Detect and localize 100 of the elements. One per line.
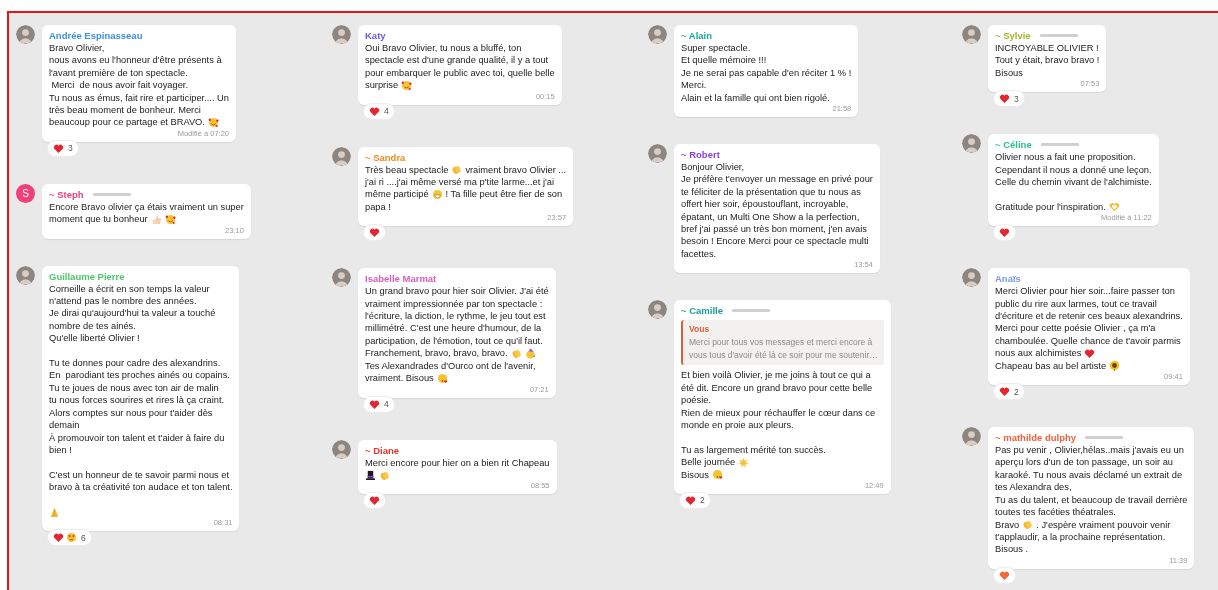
message-text: Tu as largement mérité ton succès. <box>681 443 826 457</box>
message-text: papa ! <box>365 200 391 214</box>
reaction-pill[interactable]: 3 <box>993 90 1025 108</box>
message-text: Rien de mieux pour réchauffer le cœur dans ce <box>681 406 876 419</box>
sender-name[interactable]: Anaïs <box>995 273 1021 285</box>
message-text: Je ne serai pas capable d'en réciter 1 % ! <box>681 66 852 80</box>
sender-name[interactable]: Katy <box>365 30 386 41</box>
message-text: vraiment impressionnée par ton spectacle : <box>365 297 543 311</box>
message-text: besoin ! Encore Merci pour ce spectacle multi <box>681 235 869 248</box>
message-text: Merci Olivier pour hier soir...faire passer ton <box>995 285 1175 298</box>
avatar-icon[interactable] <box>16 265 35 285</box>
reaction-count: 3 <box>68 143 73 154</box>
reaction-pill[interactable] <box>363 224 386 242</box>
message-text: demain <box>49 419 80 432</box>
message-text: chamboulée. Quelle chance de t'avoir parmis <box>995 334 1181 348</box>
heart-icon <box>685 494 696 506</box>
heart-icon <box>53 142 64 154</box>
sender-name[interactable]: Isabelle Marmat <box>365 273 437 285</box>
message-text: Tout y était, bravo bravo ! <box>995 54 1100 67</box>
heart-icon <box>999 93 1010 105</box>
sun-icon <box>738 456 750 468</box>
message-text: Encore Bravo olivier ça étais vraiment un super <box>49 200 244 214</box>
message-text: te féliciter de la présentation que tu nous as <box>681 185 861 199</box>
sender-name[interactable]: ~ Diane <box>365 444 400 456</box>
avatar-icon[interactable] <box>962 25 981 44</box>
message-text: poésie. <box>681 394 711 407</box>
message-text: bref j'ai passé un très bon moment, j'en avais <box>681 223 867 236</box>
message-text: bien ! <box>49 443 72 457</box>
message-text: même participé <box>365 188 429 201</box>
message-text: Très beau spectacle <box>365 163 449 177</box>
reaction-count: 4 <box>384 106 389 117</box>
message-text: Un grand bravo pour hier soir Olivier. J'ai été <box>365 285 549 298</box>
message-text: Bravo Olivier, <box>49 42 105 55</box>
smiley-hearts-icon <box>207 117 219 129</box>
message-text: Belle journée <box>681 456 736 469</box>
reaction-count: 6 <box>81 532 86 543</box>
message-text: Pas pu venir , Olivier,hélas..mais j'avais eu un <box>995 444 1184 457</box>
sender-name[interactable]: ~ Alain <box>681 30 713 41</box>
message-text: À promouvoir ton talent et t'aider à faire du <box>49 431 225 444</box>
reaction-pill[interactable] <box>993 224 1016 242</box>
message-text: En parodiant tes proches ainés ou copains. <box>49 369 230 382</box>
message-text: Je dirai qu'aujourd'hui ta valeur a touché <box>49 307 216 320</box>
avatar-icon[interactable] <box>962 427 981 447</box>
message-text: . J'espère vraiment pouvoir venir <box>1036 518 1171 531</box>
message-text: vraiment bravo Olivier ... <box>465 163 567 177</box>
message-text: tu nous forces sourires et rires là ça craint. <box>49 394 225 407</box>
avatar-icon[interactable] <box>648 25 667 44</box>
message-text: spectacle est d'une grande qualité, il y a tout <box>365 54 549 67</box>
message-text: Chapeau bas au bel artiste <box>995 359 1107 373</box>
quoted-message[interactable]: Vous Merci pour tous vos messages et merci encore à vous tous d'avoir été là ce soir pour me soutenir… <box>681 320 884 366</box>
quote-text: vous tous d'avoir été là ce soir pour me soutenir… <box>689 349 878 363</box>
message-text: INCROYABLE OLIVIER ! <box>995 42 1099 55</box>
avatar-icon[interactable] <box>962 268 981 288</box>
reaction-count: 3 <box>1014 93 1019 104</box>
heart-icon <box>369 495 380 507</box>
sender-name[interactable]: Andrée Espinasseau <box>49 30 143 41</box>
message-text: d'écriture et de retenir ces beaux alexandrins. <box>995 310 1183 323</box>
quote-text: Merci pour tous vos messages et merci encore à <box>689 336 874 350</box>
sender-name[interactable]: ~ Robert <box>681 149 720 161</box>
message-text: karaoké. Tu nous avais déclamé un extrait de <box>995 468 1183 482</box>
avatar-icon[interactable] <box>648 144 667 164</box>
message-text: j'ai ri ....j'ai même versé ma p'tite larme...et j'ai <box>365 176 554 189</box>
quote-author: Vous <box>689 323 711 337</box>
sender-name[interactable]: ~ Camille <box>681 305 723 317</box>
sender-name[interactable]: ~ Sandra <box>365 151 406 163</box>
heart-icon <box>369 105 380 117</box>
reaction-pill[interactable]: 6 <box>47 529 92 547</box>
message-text: Alors comptes sur nous pour t'aider dès <box>49 406 213 420</box>
reaction-pill[interactable]: 2 <box>993 383 1025 401</box>
sender-name[interactable]: ~ Steph <box>49 188 84 200</box>
avatar-icon[interactable] <box>16 25 35 44</box>
message-text: Merci. <box>681 79 707 92</box>
reaction-pill[interactable] <box>363 492 386 510</box>
sender-name[interactable]: ~ Céline <box>995 139 1032 151</box>
message-text: Bisous <box>995 66 1023 80</box>
avatar-icon[interactable] <box>332 439 351 459</box>
message-text: nous avons eu l'honneur d'être présents à <box>49 54 222 67</box>
message-text: Bravo <box>995 518 1020 531</box>
message-text: Bisous <box>681 468 709 481</box>
sender-name[interactable]: ~ mathilde dulphy <box>995 432 1077 444</box>
message-text: Tes Alexandrades d'Ourco ont de l'avenir, <box>365 359 536 373</box>
avatar-icon[interactable] <box>332 268 351 288</box>
avatar-letter[interactable]: S <box>16 183 35 203</box>
message-text: moment que tu bonheur <box>49 213 148 226</box>
message-text: Tu as du talent, et beaucoup de travail derrière <box>995 493 1188 507</box>
avatar-icon[interactable] <box>648 300 667 320</box>
avatar-icon[interactable] <box>332 146 351 166</box>
message-text: Corneille a écrit en son temps la valeur <box>49 282 210 296</box>
message-text: Alain et la famille qui ont bien rigolé. <box>681 91 830 105</box>
heart-icon <box>369 227 380 239</box>
sender-name[interactable]: ~ Sylvie <box>995 30 1031 41</box>
message-text: très beau moment de bonheur. Merci <box>49 104 201 117</box>
sender-name[interactable]: Guillaume Pierre <box>49 270 125 282</box>
avatar-icon[interactable] <box>332 25 351 44</box>
message-text: millimétré. C'est une heure d'humour, de la <box>365 322 542 335</box>
sunflower-icon <box>1109 360 1121 372</box>
avatar-icon[interactable] <box>962 134 981 154</box>
message-text: nous aux alchimistes <box>995 347 1082 360</box>
message-text: C'est un honneur de te savoir parmi nous et <box>49 468 230 482</box>
message-text: n'attend pas le nombre des années. <box>49 295 197 308</box>
